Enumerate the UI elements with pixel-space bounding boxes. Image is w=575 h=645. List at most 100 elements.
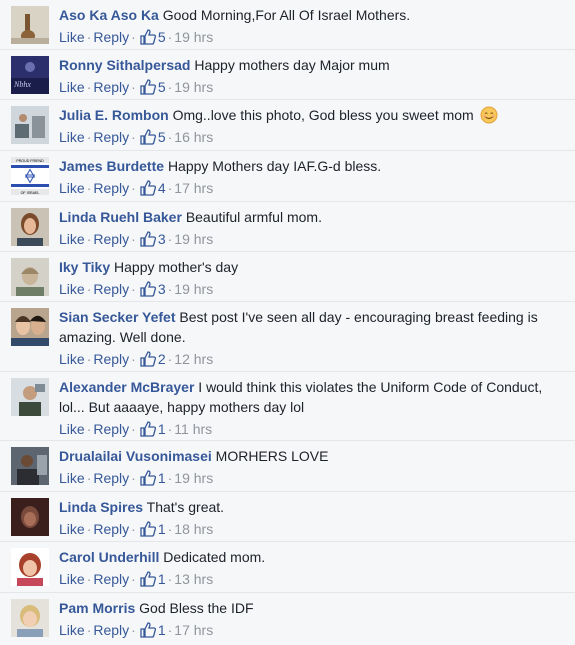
comment-author[interactable]: Julia E. Rombon xyxy=(59,107,169,123)
thumbs-up-icon[interactable] xyxy=(140,622,156,638)
comment-author[interactable]: Linda Spires xyxy=(59,499,143,515)
like-link[interactable]: Like xyxy=(59,180,85,196)
separator: · xyxy=(167,470,173,486)
like-link[interactable]: Like xyxy=(59,622,85,638)
comment-time[interactable]: 12 hrs xyxy=(174,351,213,367)
like-link[interactable]: Like xyxy=(59,421,85,437)
comment-time[interactable]: 19 hrs xyxy=(174,29,213,45)
separator: · xyxy=(167,129,173,145)
reply-link[interactable]: Reply xyxy=(93,622,129,638)
avatar[interactable] xyxy=(11,308,49,346)
comment-time[interactable]: 13 hrs xyxy=(174,571,213,587)
like-count[interactable]: 1 xyxy=(158,470,166,486)
like-count[interactable]: 5 xyxy=(158,129,166,145)
like-link[interactable]: Like xyxy=(59,79,85,95)
like-link[interactable]: Like xyxy=(59,129,85,145)
reply-link[interactable]: Reply xyxy=(93,180,129,196)
avatar[interactable] xyxy=(11,548,49,586)
comment-text: Happy mothers day Major mum xyxy=(194,57,390,73)
avatar[interactable]: Nbhx xyxy=(11,56,49,94)
comment: Julia E. Rombon Omg..love this photo, Go… xyxy=(0,100,575,151)
reply-link[interactable]: Reply xyxy=(93,470,129,486)
comment-actions: Like · Reply · 2 · 12 hrs xyxy=(59,349,213,369)
like-count[interactable]: 1 xyxy=(158,421,166,437)
comment-body: Iky Tiky Happy mother's day xyxy=(59,257,569,277)
reply-link[interactable]: Reply xyxy=(93,351,129,367)
reply-link[interactable]: Reply xyxy=(93,281,129,297)
reply-link[interactable]: Reply xyxy=(93,571,129,587)
thumbs-up-icon[interactable] xyxy=(140,521,156,537)
like-link[interactable]: Like xyxy=(59,351,85,367)
avatar-badge-text-top: PROUD FRIEND xyxy=(16,159,44,163)
like-link[interactable]: Like xyxy=(59,571,85,587)
like-count[interactable]: 1 xyxy=(158,521,166,537)
comment-time[interactable]: 19 hrs xyxy=(174,79,213,95)
avatar[interactable] xyxy=(11,599,49,637)
comment-author[interactable]: Iky Tiky xyxy=(59,259,110,275)
like-link[interactable]: Like xyxy=(59,281,85,297)
thumbs-up-icon[interactable] xyxy=(140,571,156,587)
reply-link[interactable]: Reply xyxy=(93,231,129,247)
avatar[interactable] xyxy=(11,106,49,144)
comment-author[interactable]: Carol Underhill xyxy=(59,549,159,565)
like-count[interactable]: 2 xyxy=(158,351,166,367)
comment-author[interactable]: Drualailai Vusonimasei xyxy=(59,448,212,464)
thumbs-up-icon[interactable] xyxy=(140,129,156,145)
comment-time[interactable]: 19 hrs xyxy=(174,231,213,247)
comment-body: Pam Morris God Bless the IDF xyxy=(59,598,569,618)
thumbs-up-icon[interactable] xyxy=(140,231,156,247)
thumbs-up-icon[interactable] xyxy=(140,281,156,297)
avatar[interactable]: PROUD FRIEND OF ISRAEL xyxy=(11,157,49,195)
reply-link[interactable]: Reply xyxy=(93,79,129,95)
comment-actions: Like · Reply · 1 · 17 hrs xyxy=(59,620,213,640)
like-count[interactable]: 4 xyxy=(158,180,166,196)
comment: Iky Tiky Happy mother's day Like · Reply · 3… xyxy=(0,252,575,302)
comment-author[interactable]: Ronny Sithalpersad xyxy=(59,57,190,73)
comment-author[interactable]: Linda Ruehl Baker xyxy=(59,209,182,225)
like-count[interactable]: 1 xyxy=(158,571,166,587)
comment-time[interactable]: 17 hrs xyxy=(174,180,213,196)
reply-link[interactable]: Reply xyxy=(93,29,129,45)
comment-body: Sian Secker Yefet Best post I've seen al… xyxy=(59,307,569,347)
comment-author[interactable]: Sian Secker Yefet xyxy=(59,309,175,325)
separator: · xyxy=(131,521,136,537)
like-link[interactable]: Like xyxy=(59,521,85,537)
avatar[interactable] xyxy=(11,378,49,416)
comment-time[interactable]: 17 hrs xyxy=(174,622,213,638)
like-count[interactable]: 5 xyxy=(158,79,166,95)
thumbs-up-icon[interactable] xyxy=(140,351,156,367)
reply-link[interactable]: Reply xyxy=(93,129,129,145)
thumbs-up-icon[interactable] xyxy=(140,180,156,196)
comment-time[interactable]: 16 hrs xyxy=(174,129,213,145)
comment-author[interactable]: Alexander McBrayer xyxy=(59,379,194,395)
reply-link[interactable]: Reply xyxy=(93,521,129,537)
like-link[interactable]: Like xyxy=(59,29,85,45)
comment-actions: Like · Reply · 5 · 16 hrs xyxy=(59,127,213,147)
like-count[interactable]: 3 xyxy=(158,281,166,297)
comment-text: Dedicated mom. xyxy=(163,549,266,565)
comment-author[interactable]: Pam Morris xyxy=(59,600,135,616)
thumbs-up-icon[interactable] xyxy=(140,470,156,486)
thumbs-up-icon[interactable] xyxy=(140,421,156,437)
thumbs-up-icon[interactable] xyxy=(140,79,156,95)
like-count[interactable]: 5 xyxy=(158,29,166,45)
comment-author[interactable]: James Burdette xyxy=(59,158,164,174)
comment-body: Carol Underhill Dedicated mom. xyxy=(59,547,569,567)
comment-author[interactable]: Aso Ka Aso Ka xyxy=(59,7,159,23)
avatar[interactable] xyxy=(11,498,49,536)
reply-link[interactable]: Reply xyxy=(93,421,129,437)
avatar[interactable] xyxy=(11,258,49,296)
comment-time[interactable]: 19 hrs xyxy=(174,281,213,297)
comment-text: Good Morning,For All Of Israel Mothers. xyxy=(162,7,411,23)
like-link[interactable]: Like xyxy=(59,231,85,247)
comment-time[interactable]: 19 hrs xyxy=(174,470,213,486)
like-count[interactable]: 1 xyxy=(158,622,166,638)
avatar[interactable] xyxy=(11,6,49,44)
avatar[interactable] xyxy=(11,447,49,485)
like-link[interactable]: Like xyxy=(59,470,85,486)
thumbs-up-icon[interactable] xyxy=(140,29,156,45)
avatar[interactable] xyxy=(11,208,49,246)
comment-time[interactable]: 11 hrs xyxy=(174,421,212,437)
comment-time[interactable]: 18 hrs xyxy=(174,521,213,537)
like-count[interactable]: 3 xyxy=(158,231,166,247)
